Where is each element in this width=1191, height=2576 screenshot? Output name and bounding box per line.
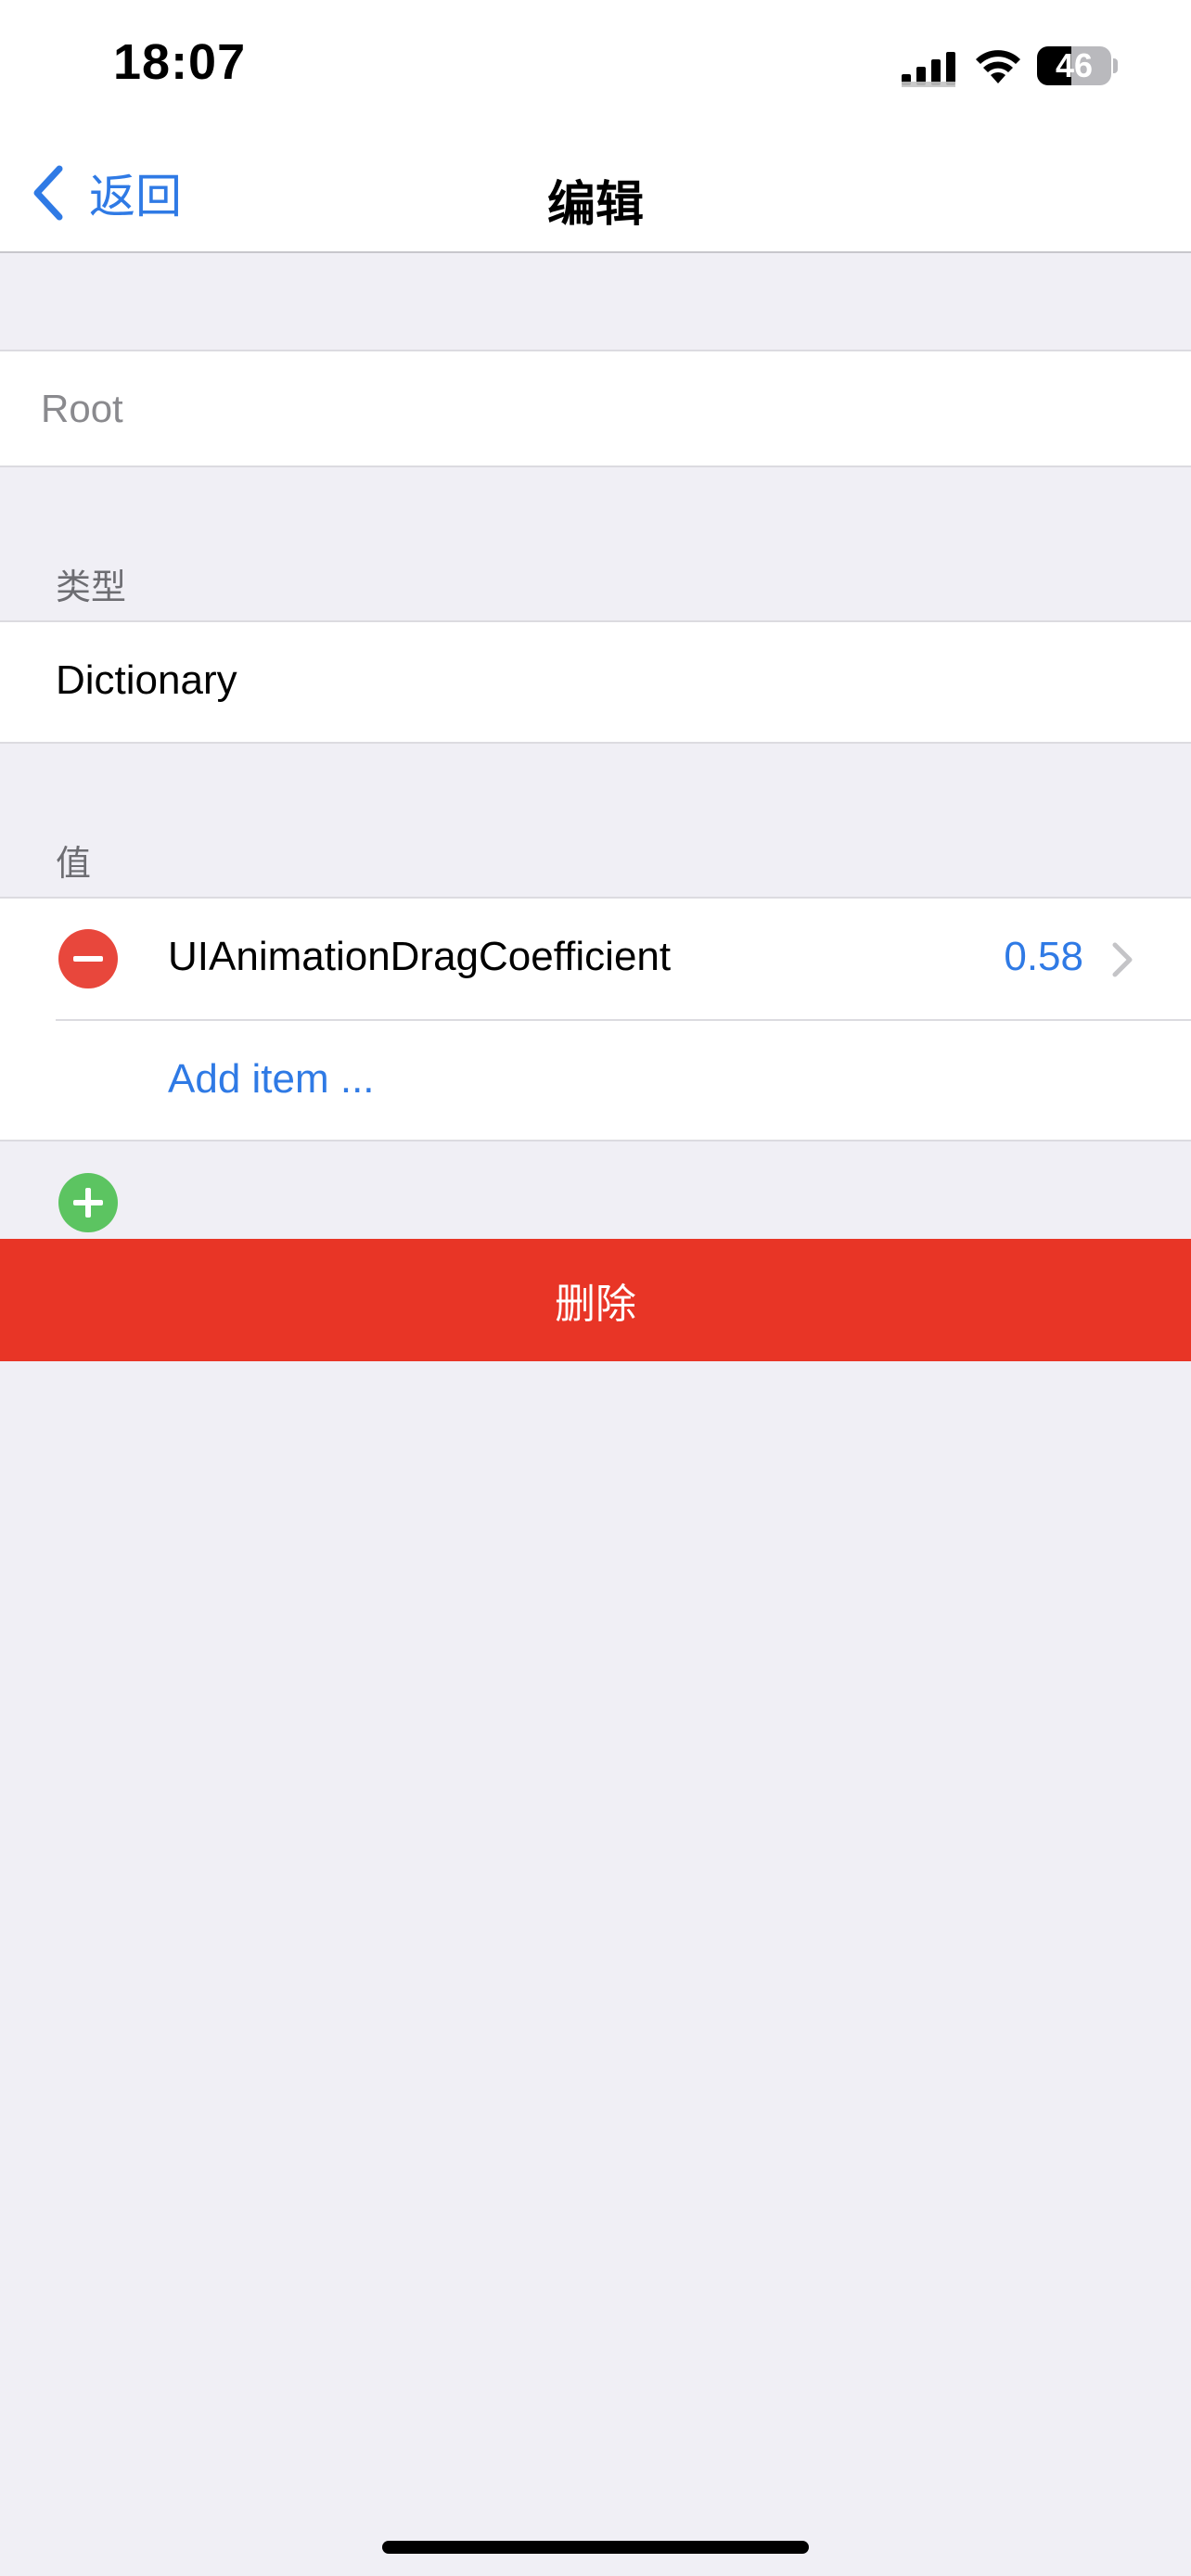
chevron-right-icon xyxy=(1112,942,1133,977)
value-list: UIAnimationDragCoefficient 0.58 Add item… xyxy=(0,897,1191,1232)
cellular-signal-icon xyxy=(902,52,955,87)
value-section-header: 值 xyxy=(56,845,92,884)
type-section-header: 类型 xyxy=(56,568,127,607)
list-item[interactable]: UIAnimationDragCoefficient 0.58 xyxy=(0,899,1191,1019)
page-title: 编辑 xyxy=(546,178,644,232)
home-indicator[interactable] xyxy=(382,2541,809,2554)
root-key-cell xyxy=(0,350,1191,467)
add-item-label: Add item ... xyxy=(168,1056,375,1102)
item-value: 0.58 xyxy=(1004,934,1083,979)
remove-circle-icon[interactable] xyxy=(58,929,118,988)
battery-level: 46 xyxy=(1055,46,1094,84)
item-key: UIAnimationDragCoefficient xyxy=(168,934,672,979)
add-item-button[interactable]: Add item ... xyxy=(0,1021,1191,1232)
wifi-icon xyxy=(976,50,1020,83)
top-bar: 18:07 46 返回 编辑 xyxy=(0,0,1191,253)
type-value: Dictionary xyxy=(56,657,237,703)
delete-label: 删除 xyxy=(555,1282,636,1327)
root-key-input[interactable] xyxy=(41,379,1154,439)
delete-button[interactable]: 删除 xyxy=(0,1239,1191,1361)
add-circle-icon xyxy=(58,1173,118,1232)
battery-cap xyxy=(1113,58,1118,73)
battery-icon: 46 xyxy=(1037,46,1111,85)
status-time: 18:07 xyxy=(113,34,247,90)
type-cell[interactable]: Dictionary xyxy=(0,620,1191,744)
